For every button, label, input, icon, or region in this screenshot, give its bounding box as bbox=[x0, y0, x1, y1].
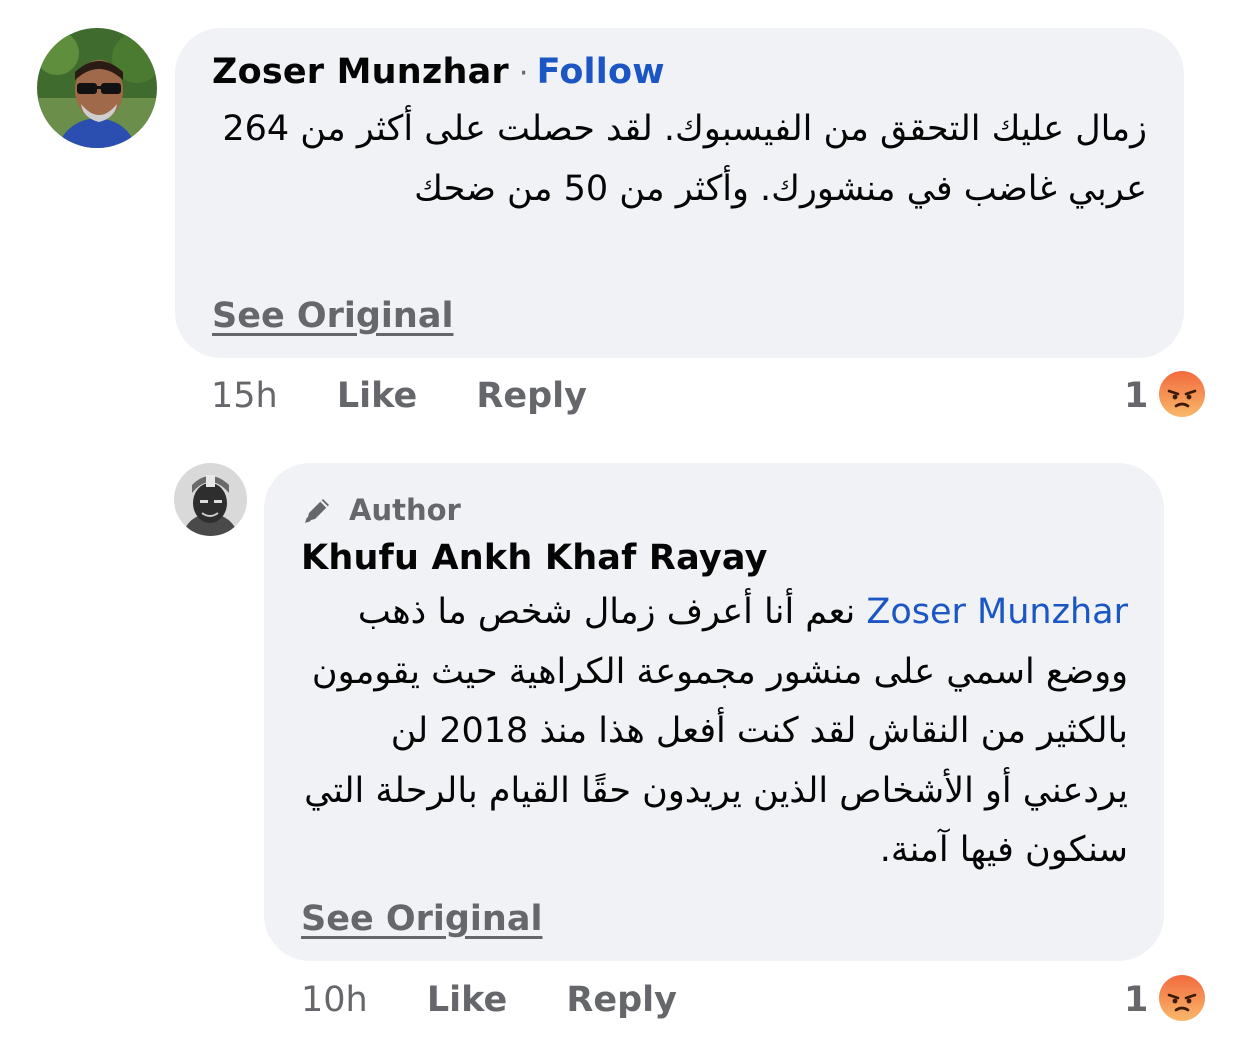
reply-bubble: Author Khufu Ankh Khaf Rayay Zoser Munzh… bbox=[264, 463, 1164, 961]
angry-emoji-icon[interactable] bbox=[1158, 370, 1206, 418]
pencil-icon bbox=[305, 499, 329, 523]
reaction-count[interactable]: 1 bbox=[1124, 376, 1148, 416]
avatar-zoser-munzhar[interactable] bbox=[37, 28, 157, 148]
timestamp[interactable]: 10h bbox=[301, 980, 368, 1020]
author-name[interactable]: Khufu Ankh Khaf Rayay bbox=[301, 538, 768, 578]
mention-link[interactable]: Zoser Munzhar bbox=[866, 592, 1128, 632]
timestamp[interactable]: 15h bbox=[211, 376, 278, 416]
see-original-link[interactable]: See Original bbox=[301, 899, 542, 939]
reply-text: Zoser Munzhar نعم أنا أعرف زمال شخص ما ذ… bbox=[294, 583, 1128, 881]
comment-actions: 15h Like Reply bbox=[211, 376, 587, 416]
author-badge: Author bbox=[301, 493, 461, 527]
reply-button[interactable]: Reply bbox=[566, 980, 677, 1020]
like-button[interactable]: Like bbox=[427, 980, 507, 1020]
reply-body: نعم أنا أعرف زمال شخص ما ذهب ووضع اسمي ع… bbox=[304, 592, 1128, 870]
separator-dot: · bbox=[518, 56, 529, 91]
profile-photo bbox=[37, 28, 157, 148]
comment-text: زمال عليك التحقق من الفيسبوك. لقد حصلت ع… bbox=[222, 109, 1147, 209]
author-badge-label: Author bbox=[349, 493, 461, 527]
like-button[interactable]: Like bbox=[337, 376, 417, 416]
follow-button[interactable]: Follow bbox=[537, 52, 665, 92]
comment-header: Zoser Munzhar · Follow bbox=[212, 52, 665, 92]
reply-button[interactable]: Reply bbox=[476, 376, 587, 416]
reaction-count[interactable]: 1 bbox=[1124, 980, 1148, 1020]
avatar-khufu-ankh-khaf-rayay[interactable] bbox=[174, 463, 247, 536]
profile-photo bbox=[174, 463, 247, 536]
reply-actions: 10h Like Reply bbox=[301, 980, 677, 1020]
see-original-link[interactable]: See Original bbox=[212, 296, 453, 336]
author-name[interactable]: Zoser Munzhar bbox=[212, 52, 509, 92]
comment-bubble: Zoser Munzhar · Follow زمال عليك التحقق من… bbox=[175, 28, 1184, 358]
angry-emoji-icon[interactable] bbox=[1158, 974, 1206, 1022]
